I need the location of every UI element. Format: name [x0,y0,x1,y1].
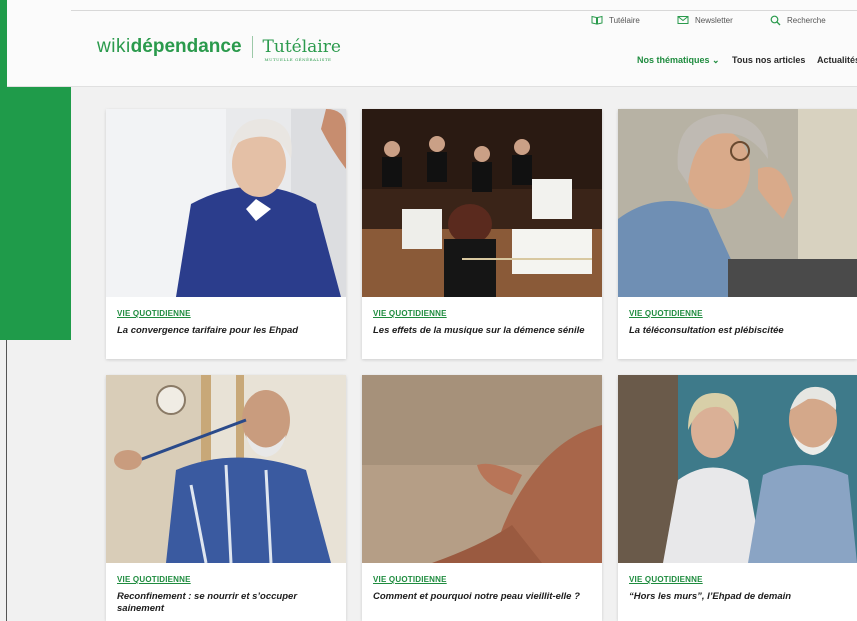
article-card[interactable]: VIE QUOTIDIENNE “Hors les murs”, l’Ehpad… [618,375,857,621]
article-card[interactable]: VIE QUOTIDIENNE La téléconsultation est … [618,109,857,359]
logo-tutelaire: Tutélaire MUTUELLE GÉNÉRALISTE [262,37,341,62]
header-top-divider [71,10,857,11]
top-link-label: Newsletter [695,15,733,25]
logo-tutelaire-text: Tutélaire [262,37,341,57]
article-category[interactable]: VIE QUOTIDIENNE [117,309,191,318]
article-title[interactable]: Reconfinement : se nourrir et s’occuper … [117,591,336,615]
article-card[interactable]: VIE QUOTIDIENNE La convergence tarifaire… [106,109,346,359]
top-link-label: Tutélaire [609,15,640,25]
article-category[interactable]: VIE QUOTIDIENNE [629,575,703,584]
mail-icon [677,16,689,24]
site-logo[interactable]: wiki dépendance Tutélaire MUTUELLE GÉNÉRA… [97,36,341,62]
woman-laughing-glasses-photo [618,109,857,297]
elderly-man-painting-photo [106,375,346,563]
nav-label: Actualités [817,55,857,65]
book-icon [591,15,603,25]
article-category[interactable]: VIE QUOTIDIENNE [117,575,191,584]
logo-separator [251,36,253,58]
nav-thematiques[interactable]: Nos thématiques ⌄ [637,55,720,66]
logo-wiki-text: wiki [97,36,131,57]
logo-dependance-text: dépendance [130,36,242,57]
elderly-woman-smiling-photo [106,109,346,297]
nav-label: Tous nos articles [732,55,806,65]
orchestra-musicians-photo [362,109,602,297]
logo-tutelaire-subtext: MUTUELLE GÉNÉRALISTE [264,57,332,62]
search-icon [770,15,781,26]
article-title[interactable]: Comment et pourquoi notre peau vieillit-… [373,591,592,603]
article-card[interactable]: VIE QUOTIDIENNE Les effets de la musique… [362,109,602,359]
left-divider [6,340,7,621]
article-category[interactable]: VIE QUOTIDIENNE [373,575,447,584]
article-card[interactable]: VIE QUOTIDIENNE Comment et pourquoi notr… [362,375,602,621]
article-card[interactable]: VIE QUOTIDIENNE Reconfinement : se nourr… [106,375,346,621]
article-title[interactable]: La téléconsultation est plébiscitée [629,325,847,337]
article-title[interactable]: Les effets de la musique sur la démence … [373,325,592,337]
article-title[interactable]: “Hors les murs”, l’Ehpad de demain [629,591,847,603]
top-link-tutelaire[interactable]: Tutélaire [591,15,640,25]
article-category[interactable]: VIE QUOTIDIENNE [629,309,703,318]
article-title[interactable]: La convergence tarifaire pour les Ehpad [117,325,336,337]
article-category[interactable]: VIE QUOTIDIENNE [373,309,447,318]
top-link-newsletter[interactable]: Newsletter [677,15,733,25]
aged-hands-photo [362,375,602,563]
nav-tous-articles[interactable]: Tous nos articles [732,55,805,65]
elderly-couple-photo [618,375,857,563]
top-link-recherche[interactable]: Recherche [770,15,826,26]
nav-actualites[interactable]: Actualités [817,55,857,65]
top-link-label: Recherche [787,16,826,25]
nav-label: Nos thématiques ⌄ [637,55,720,65]
site-header: wiki dépendance Tutélaire MUTUELLE GÉNÉRA… [7,0,857,87]
